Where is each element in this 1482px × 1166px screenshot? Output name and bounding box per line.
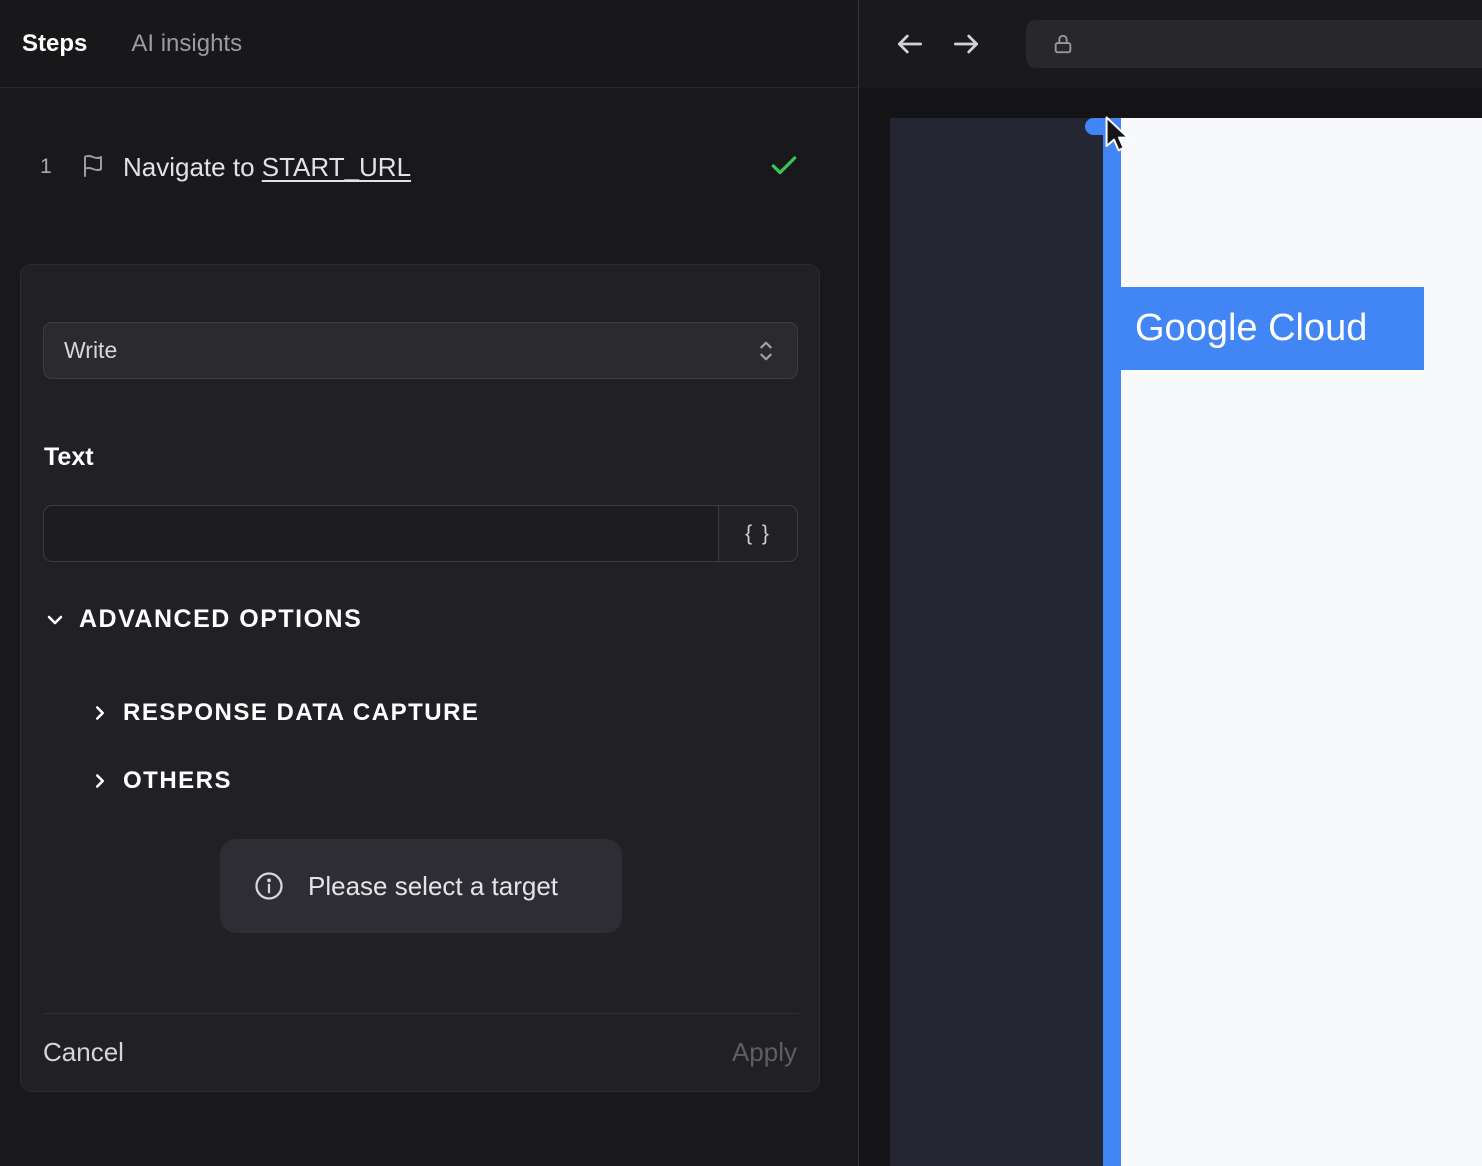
start-url-link: START_URL	[261, 151, 412, 182]
back-arrow-icon[interactable]	[893, 28, 927, 60]
lock-icon	[1052, 32, 1074, 56]
insert-variable-button[interactable]: { }	[718, 505, 798, 562]
url-bar[interactable]	[1026, 20, 1482, 68]
tab-steps[interactable]: Steps	[22, 0, 87, 88]
apply-button[interactable]: Apply	[730, 1031, 799, 1074]
forward-arrow-icon[interactable]	[949, 28, 983, 60]
flag-icon	[81, 154, 105, 178]
others-toggle[interactable]: OTHERS	[89, 767, 232, 795]
editor-footer: Cancel Apply	[21, 1014, 819, 1091]
chevrons-up-down-icon	[755, 338, 777, 364]
select-target-toast: Please select a target	[220, 839, 622, 933]
action-type-select[interactable]: Write	[43, 322, 798, 379]
browser-toolbar	[859, 0, 1482, 88]
response-data-capture-label: RESPONSE DATA CAPTURE	[123, 699, 480, 726]
tab-ai-insights[interactable]: AI insights	[131, 0, 242, 88]
steps-panel: Steps AI insights 1 Navigate to START_UR…	[0, 0, 858, 1166]
element-highlight-strip	[1103, 118, 1121, 1166]
page-content-area	[1121, 118, 1482, 1166]
browser-viewport: Google Cloud	[859, 88, 1482, 1166]
toast-message: Please select a target	[308, 870, 559, 901]
page-dark-region	[890, 118, 1103, 1166]
browser-panel: Google Cloud	[859, 0, 1482, 1166]
text-input[interactable]	[43, 505, 718, 562]
step-row-navigate[interactable]: 1 Navigate to START_URL	[0, 130, 858, 204]
text-input-row: { }	[43, 505, 798, 562]
panel-header: Steps AI insights	[0, 0, 858, 88]
others-label: OTHERS	[123, 767, 233, 794]
cancel-button[interactable]: Cancel	[41, 1031, 126, 1074]
highlighted-element-google-cloud[interactable]: Google Cloud	[1117, 287, 1424, 370]
step-editor-card: Write Text { } ADVANCED OPTIONS RESPONSE…	[20, 264, 820, 1092]
check-icon	[768, 150, 800, 182]
chevron-right-icon	[89, 770, 111, 792]
action-type-value: Write	[64, 337, 118, 363]
advanced-options-label: ADVANCED OPTIONS	[79, 605, 363, 633]
text-field-label: Text	[44, 443, 94, 471]
chevron-right-icon	[89, 702, 111, 724]
step-label: Navigate to START_URL	[123, 151, 412, 182]
info-icon	[254, 871, 284, 901]
app-window: Steps AI insights 1 Navigate to START_UR…	[0, 0, 1482, 1166]
step-number: 1	[40, 155, 52, 178]
advanced-options-toggle[interactable]: ADVANCED OPTIONS	[43, 605, 362, 634]
response-data-capture-toggle[interactable]: RESPONSE DATA CAPTURE	[89, 699, 479, 727]
chevron-down-icon	[43, 608, 67, 632]
